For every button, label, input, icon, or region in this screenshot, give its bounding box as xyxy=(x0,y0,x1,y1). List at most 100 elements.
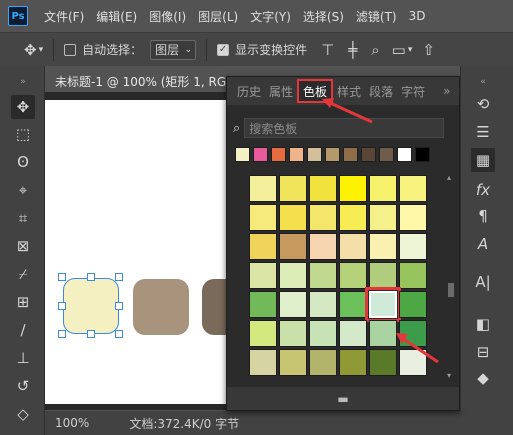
collapse-icon[interactable]: « xyxy=(471,70,495,94)
history-panel-icon[interactable]: ⟲ xyxy=(471,92,495,116)
swatch[interactable] xyxy=(279,233,307,260)
swatch[interactable] xyxy=(309,175,337,202)
gradients-panel-icon[interactable]: ◧ xyxy=(471,312,495,336)
glyphs-panel-icon[interactable]: A| xyxy=(471,270,495,294)
swatch[interactable] xyxy=(399,291,427,318)
scroll-down-icon[interactable]: ▾ xyxy=(447,371,451,380)
swatch[interactable] xyxy=(339,175,367,202)
recent-swatch[interactable] xyxy=(325,147,340,162)
move-tool-icon[interactable]: ✥ xyxy=(11,95,35,119)
properties-panel-icon[interactable]: ☰ xyxy=(471,120,495,144)
swatch[interactable] xyxy=(309,291,337,318)
swatch[interactable] xyxy=(249,349,277,376)
menu-edit[interactable]: 编辑(E) xyxy=(90,8,143,25)
recent-swatch[interactable] xyxy=(343,147,358,162)
swatch[interactable] xyxy=(309,349,337,376)
shape-rect-tan[interactable] xyxy=(133,279,189,335)
swatch[interactable] xyxy=(339,204,367,231)
swatch[interactable] xyxy=(249,204,277,231)
shape-rect-yellow[interactable] xyxy=(63,278,119,334)
scrollbar-thumb[interactable] xyxy=(448,283,454,297)
move-tool-icon[interactable]: ✥ xyxy=(24,41,37,59)
swatch[interactable] xyxy=(399,175,427,202)
folder-icon[interactable]: ▬ xyxy=(337,392,348,406)
search-icon[interactable]: ⌕ xyxy=(371,41,379,59)
swatch[interactable] xyxy=(369,349,397,376)
transform-handle[interactable] xyxy=(58,302,66,310)
canvas[interactable] xyxy=(45,100,258,404)
recent-swatch[interactable] xyxy=(271,147,286,162)
swatch[interactable] xyxy=(249,233,277,260)
align-vertical-center-icon[interactable]: ╪ xyxy=(348,41,357,59)
tab-properties[interactable]: 属性 xyxy=(265,77,297,105)
swatch[interactable] xyxy=(279,262,307,289)
recent-swatch[interactable] xyxy=(415,147,430,162)
paragraph-panel-icon[interactable]: ¶ xyxy=(471,204,495,228)
swatch[interactable] xyxy=(309,320,337,347)
swatch[interactable] xyxy=(399,204,427,231)
eraser-tool-icon[interactable]: ◇ xyxy=(11,402,35,426)
menu-select[interactable]: 选择(S) xyxy=(297,8,350,25)
menu-type[interactable]: 文字(Y) xyxy=(244,8,297,25)
frame-tool-icon[interactable]: ⊠ xyxy=(11,234,35,258)
tab-character[interactable]: 字符 xyxy=(397,77,429,105)
crop-tool-icon[interactable]: ⌗ xyxy=(11,206,35,230)
align-top-icon[interactable]: ⊤ xyxy=(321,41,334,59)
zoom-level[interactable]: 100% xyxy=(55,416,89,430)
show-transform-checkbox[interactable]: ✓ xyxy=(217,43,230,56)
chevron-down-icon[interactable]: ▾ xyxy=(408,45,413,55)
swatch[interactable] xyxy=(369,262,397,289)
menu-file[interactable]: 文件(F) xyxy=(38,8,90,25)
swatch[interactable] xyxy=(309,233,337,260)
swatch[interactable] xyxy=(249,175,277,202)
menu-filter[interactable]: 滤镜(T) xyxy=(350,8,403,25)
menu-image[interactable]: 图像(I) xyxy=(143,8,192,25)
collapse-icon[interactable]: » xyxy=(11,70,35,94)
auto-select-target-dropdown[interactable]: 图层 ⌄ xyxy=(150,39,197,60)
recent-swatch[interactable] xyxy=(253,147,268,162)
swatch[interactable] xyxy=(339,291,367,318)
recent-swatch[interactable] xyxy=(289,147,304,162)
selected-swatch[interactable] xyxy=(365,287,401,322)
show-transform-option[interactable]: ✓ 显示变换控件 xyxy=(217,41,307,58)
swatches-panel-icon[interactable]: ▦ xyxy=(471,148,495,172)
eyedropper-tool-icon[interactable]: ⌿ xyxy=(11,262,35,286)
swatch[interactable] xyxy=(309,204,337,231)
transform-handle[interactable] xyxy=(115,330,123,338)
swatch[interactable] xyxy=(249,262,277,289)
character-panel-icon[interactable]: A xyxy=(471,232,495,256)
tab-history[interactable]: 历史 xyxy=(233,77,265,105)
swatch[interactable] xyxy=(279,204,307,231)
swatch[interactable] xyxy=(339,349,367,376)
auto-select-option[interactable]: 自动选择： xyxy=(64,41,142,58)
swatch[interactable] xyxy=(339,320,367,347)
swatch[interactable] xyxy=(369,175,397,202)
recent-swatch[interactable] xyxy=(307,147,322,162)
lasso-tool-icon[interactable]: ʘ xyxy=(11,150,35,174)
scroll-up-icon[interactable]: ▴ xyxy=(447,173,451,182)
history-brush-icon[interactable]: ↺ xyxy=(11,374,35,398)
menu-3d[interactable]: 3D xyxy=(403,9,432,23)
swatch[interactable] xyxy=(279,291,307,318)
swatch[interactable] xyxy=(279,320,307,347)
swatch[interactable] xyxy=(399,262,427,289)
share-icon[interactable]: ⇧ xyxy=(422,41,435,59)
transform-handle[interactable] xyxy=(87,330,95,338)
recent-swatch[interactable] xyxy=(379,147,394,162)
quick-select-tool-icon[interactable]: ⌖ xyxy=(11,178,35,202)
layers-panel-icon[interactable]: ⊟ xyxy=(471,340,495,364)
transform-handle[interactable] xyxy=(58,273,66,281)
styles-panel-icon[interactable]: fx xyxy=(471,178,495,202)
swatch[interactable] xyxy=(369,233,397,260)
swatch[interactable] xyxy=(309,262,337,289)
transform-handle[interactable] xyxy=(87,273,95,281)
chevron-down-icon[interactable]: ▾ xyxy=(39,45,44,55)
document-tab[interactable]: 未标题-1 @ 100% (矩形 1, RGB/8 xyxy=(45,70,230,92)
brush-tool-icon[interactable]: ∕ xyxy=(11,318,35,342)
swatch[interactable] xyxy=(279,175,307,202)
swatch[interactable] xyxy=(339,262,367,289)
healing-brush-icon[interactable]: ⊞ xyxy=(11,290,35,314)
workspace-icon[interactable]: ▭ xyxy=(392,41,406,59)
stamp-tool-icon[interactable]: ⊥ xyxy=(11,346,35,370)
marquee-tool-icon[interactable]: ⬚ xyxy=(11,122,35,146)
